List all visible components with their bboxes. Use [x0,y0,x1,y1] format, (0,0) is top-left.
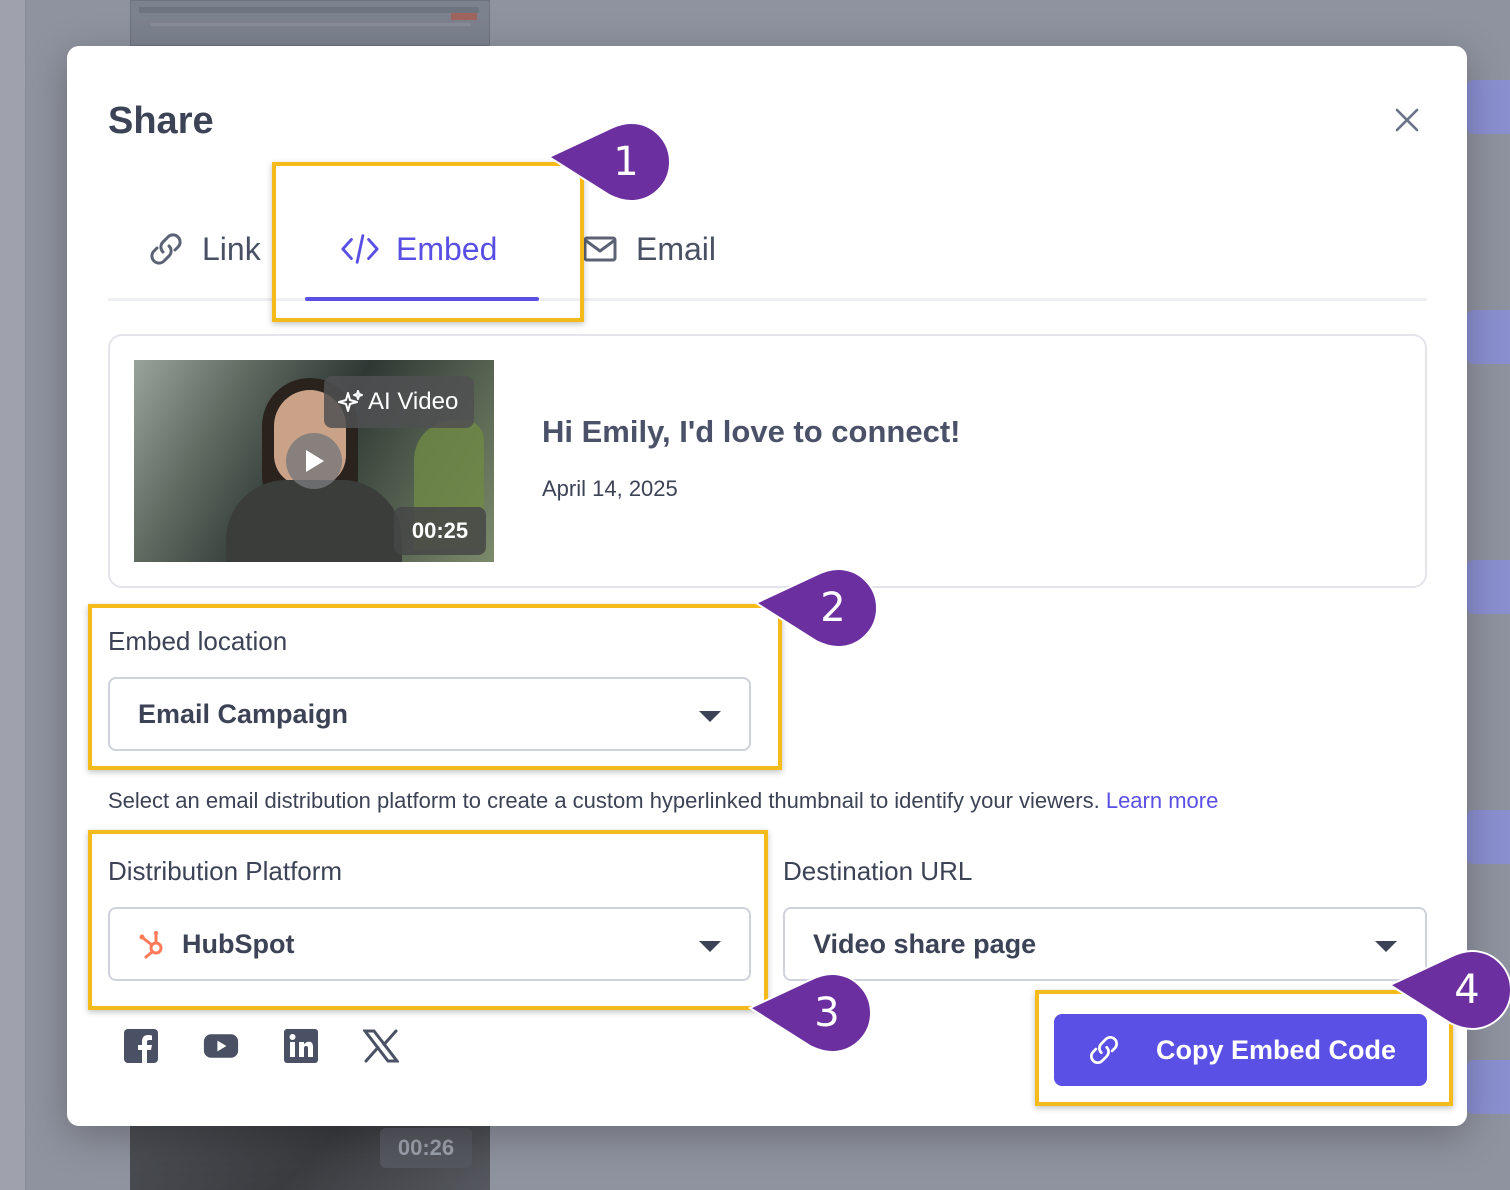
embed-location-value: Email Campaign [138,698,349,729]
youtube-icon[interactable] [203,1028,239,1064]
play-icon [306,450,324,472]
embed-location-label: Embed location [108,626,288,656]
share-tabs: Link Embed Email [108,196,1427,301]
copy-embed-code-button[interactable]: Copy Embed Code [1054,1014,1427,1086]
chevron-down-icon [699,941,721,952]
destination-url-select[interactable]: Video share page [783,907,1427,981]
x-icon[interactable] [363,1028,399,1064]
link-icon [146,229,186,269]
modal-title: Share [108,100,214,142]
video-date: April 14, 2025 [542,476,678,501]
tab-embed[interactable]: Embed [340,214,497,284]
background-thumbnail-top [130,0,490,46]
destination-url-label: Destination URL [783,856,973,886]
facebook-icon[interactable] [123,1028,159,1064]
video-thumbnail[interactable]: AI Video 00:25 [134,360,494,562]
tab-embed-label: Embed [396,230,498,267]
hubspot-icon [138,929,166,959]
embed-location-select[interactable]: Email Campaign [108,677,751,751]
social-share-row [123,1028,399,1064]
distribution-platform-label: Distribution Platform [108,856,343,886]
close-button[interactable] [1393,106,1421,134]
linkedin-icon[interactable] [283,1028,319,1064]
embed-help-text: Select an email distribution platform to… [108,788,1218,814]
background-side-button [1466,80,1510,134]
envelope-icon [580,229,620,269]
play-button[interactable] [286,433,342,489]
sparkle-icon [338,389,364,415]
video-duration: 00:25 [394,507,486,555]
distribution-platform-value: HubSpot [182,928,295,959]
copy-embed-code-label: Copy Embed Code [1156,1034,1397,1065]
background-side-button [1466,810,1510,864]
code-icon [340,229,380,269]
link-icon [1084,1032,1124,1068]
video-card: AI Video 00:25 Hi Emily, I'd love to con… [108,334,1427,588]
tab-link-label: Link [202,230,261,267]
video-title: Hi Emily, I'd love to connect! [542,414,961,449]
chevron-down-icon [1375,941,1397,952]
share-modal: Share Link Embed Email AI Video 00:25 Hi… [67,46,1467,1126]
help-text-body: Select an email distribution platform to… [108,788,1100,813]
learn-more-link[interactable]: Learn more [1106,788,1219,813]
background-duration: 00:26 [380,1128,472,1168]
ai-video-label: AI Video [368,388,459,415]
tab-email[interactable]: Email [580,214,716,284]
destination-url-value: Video share page [813,928,1037,959]
tab-email-label: Email [636,230,717,267]
distribution-platform-select[interactable]: HubSpot [108,907,751,981]
active-tab-indicator [305,297,539,301]
tab-link[interactable]: Link [146,214,261,284]
background-side-button [1466,560,1510,614]
close-icon [1395,108,1419,132]
background-side-button [1466,310,1510,364]
ai-video-badge: AI Video [324,376,475,428]
chevron-down-icon [699,711,721,722]
background-side-button [1466,1060,1510,1114]
background-sidebar [0,0,26,1190]
